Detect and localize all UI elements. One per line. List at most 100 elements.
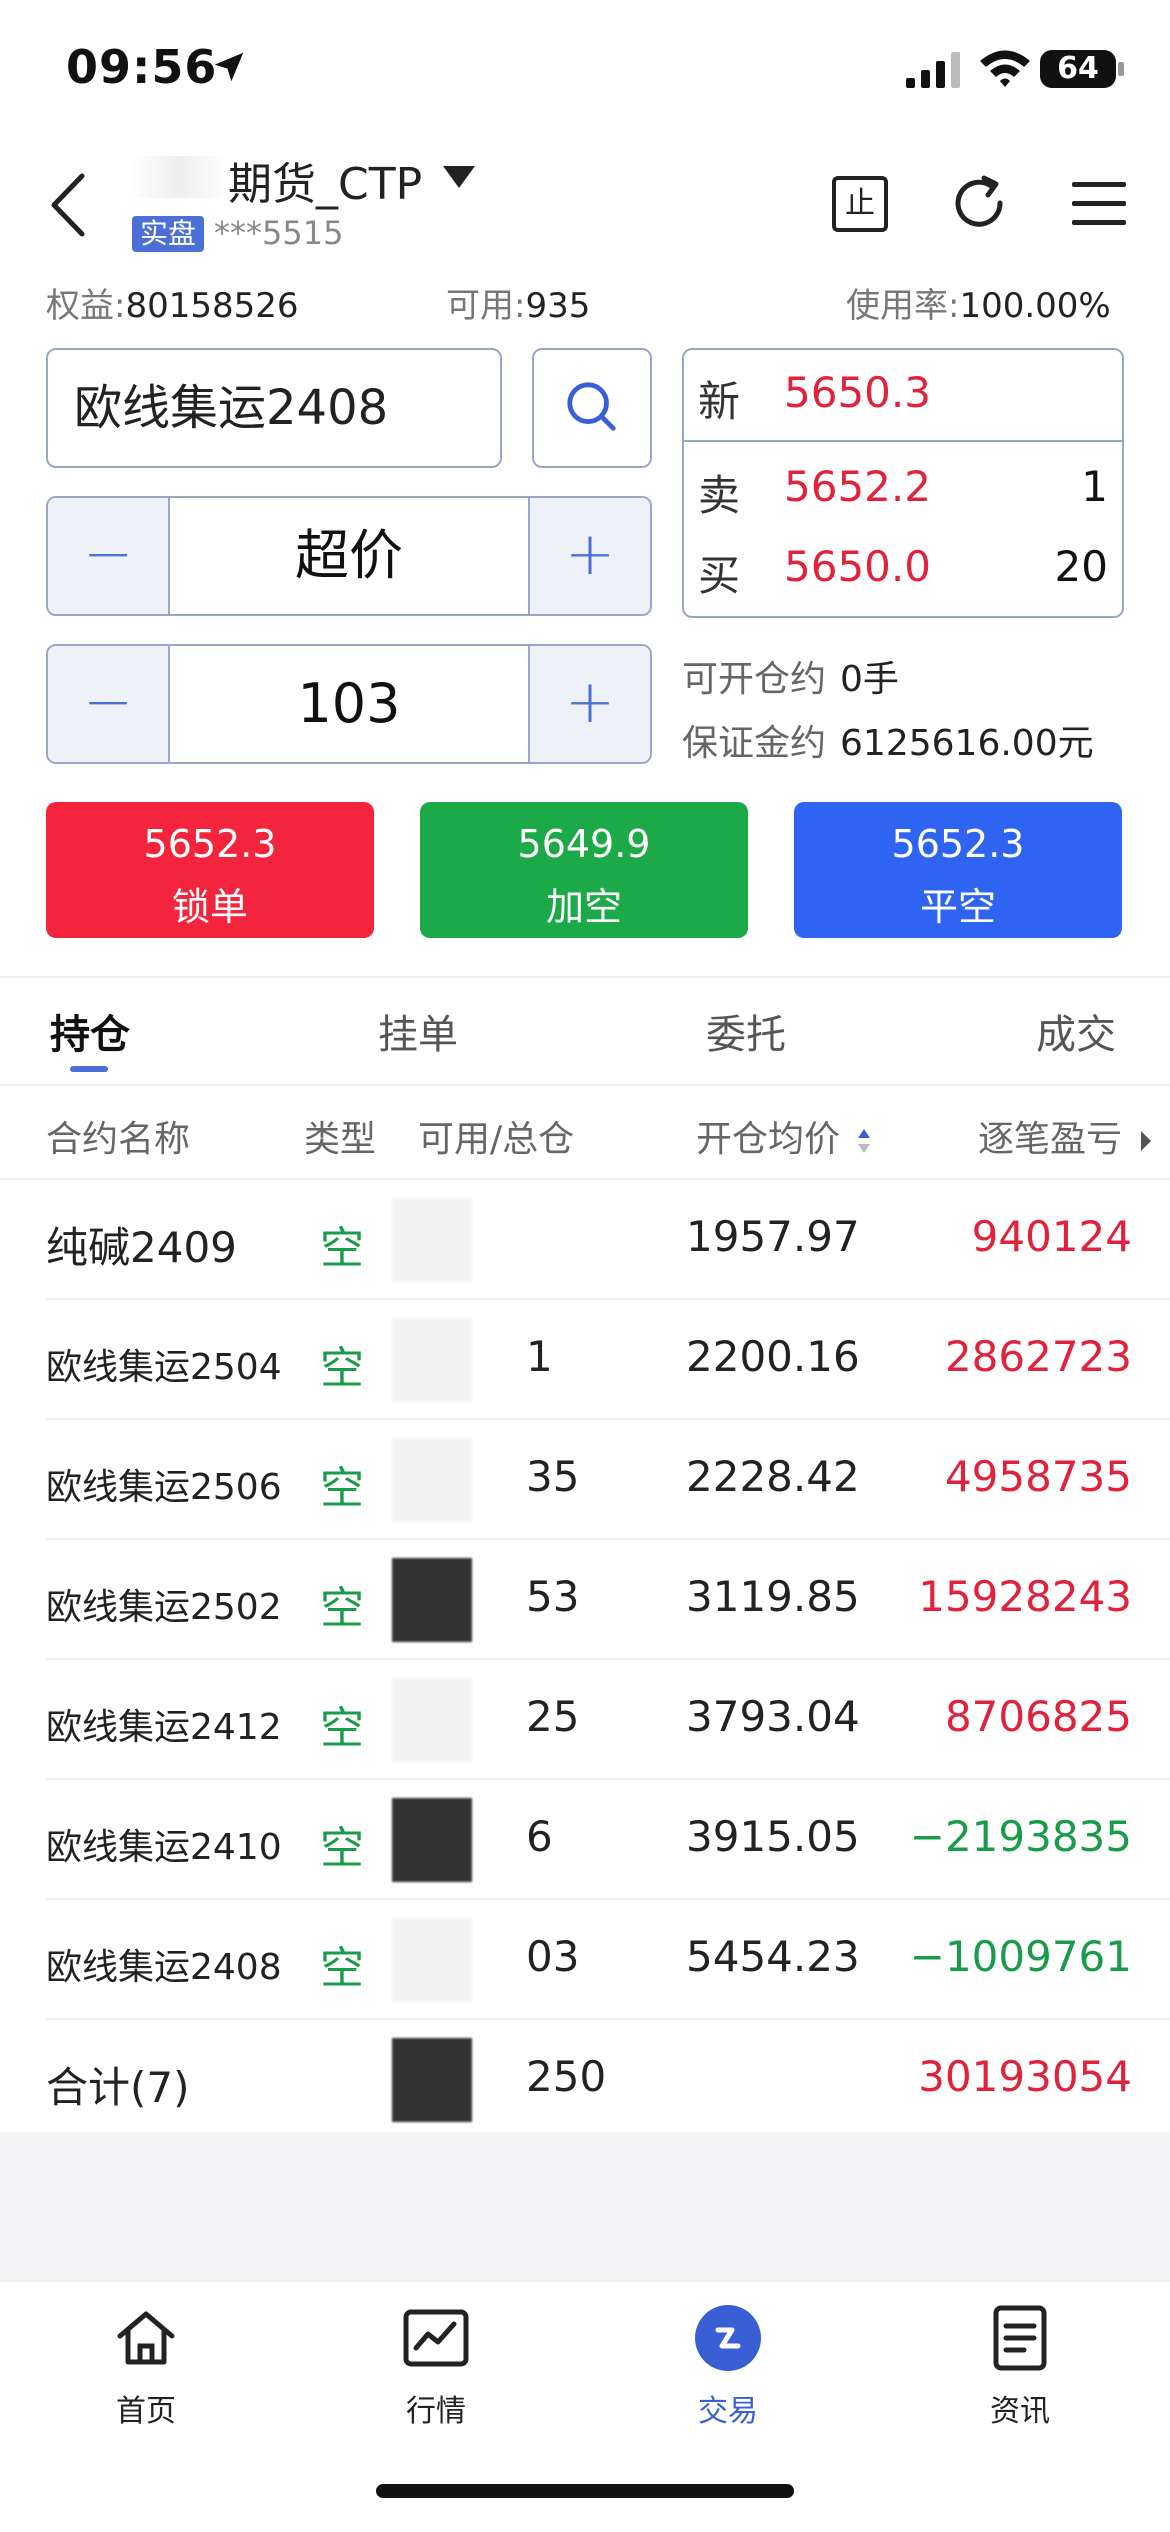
tab-orders[interactable]: 委托 [706,1002,786,1060]
sort-icon[interactable] [857,1127,871,1155]
chart-icon [403,2309,469,2367]
bid-label: 买 [698,551,741,600]
total-position: 250 [526,2052,607,2101]
last-price[interactable]: 5650.3 [784,368,931,417]
tab-divider [0,1084,1170,1086]
avg-price: 2200.16 [686,1332,860,1381]
location-arrow-icon [214,52,244,82]
table-row[interactable]: 欧线集运2410 空 6 3915.05 −2193835 [0,1780,1170,1900]
lock-order-button[interactable]: 5652.3 锁单 [46,802,374,938]
table-row[interactable]: 欧线集运2506 空 35 2228.42 4958735 [0,1420,1170,1540]
stop-order-icon[interactable]: 止 [832,176,888,232]
position-type: 空 [320,1343,364,1394]
last-label: 新 [698,377,741,426]
nav-market-label: 行情 [406,2394,466,2429]
position-qty: 6 [526,1812,553,1861]
table-row[interactable]: 欧线集运2412 空 25 3793.04 8706825 [0,1660,1170,1780]
position-qty: 03 [526,1932,580,1981]
tab-trades[interactable]: 成交 [1036,1002,1116,1060]
bid-volume: 20 [1054,542,1108,591]
bid-price[interactable]: 5650.0 [784,542,931,591]
openable-info: 可开仓约 0手 [682,650,899,702]
menu-icon[interactable] [1070,176,1128,232]
nav-news-label: 资讯 [990,2394,1050,2429]
redacted-cell [392,1438,472,1522]
contract-name: 欧线集运2408 [46,1947,282,1988]
quantity-minus-button[interactable]: − [48,646,168,762]
contract-name: 欧线集运2502 [46,1587,282,1628]
wifi-icon [980,50,1030,87]
equity-metric: 权益:80158526 [46,278,299,327]
tab-pending[interactable]: 挂单 [378,1002,458,1060]
contract-input[interactable]: 欧线集运2408 [46,348,502,468]
pl-label: 逐笔盈亏 [978,1119,1123,1160]
refresh-icon[interactable] [946,170,1012,236]
col-header-position: 可用/总仓 [418,1119,575,1160]
battery-level: 64 [1040,50,1116,88]
ask-label: 卖 [698,471,741,520]
col-header-type: 类型 [304,1119,377,1160]
empty-area [0,2132,1170,2280]
quantity-stepper[interactable]: − 103 + [46,644,652,764]
profit-loss: 4958735 [944,1452,1132,1501]
quantity-plus-button[interactable]: + [530,646,650,762]
available-value: 935 [525,286,591,326]
avg-price: 3915.05 [686,1812,860,1861]
price-type-stepper[interactable]: − 超价 + [46,496,652,616]
search-button[interactable] [532,348,652,468]
redacted-cell [392,1918,472,2002]
home-indicator [376,2484,794,2498]
ask-price[interactable]: 5652.2 [784,462,931,511]
profit-loss: 8706825 [944,1692,1132,1741]
table-row[interactable]: 欧线集运2502 空 53 3119.85 15928243 [0,1540,1170,1660]
total-label: 合计(7) [46,2063,190,2112]
profit-loss: 940124 [971,1212,1132,1261]
price-type-value[interactable]: 超价 [168,498,530,614]
add-short-button[interactable]: 5649.9 加空 [420,802,748,938]
account-title[interactable]: 期货_CTP [228,148,422,212]
close-short-button[interactable]: 5652.3 平空 [794,802,1122,938]
nav-news[interactable]: 资讯 [920,2302,1120,2430]
quantity-value[interactable]: 103 [168,646,530,762]
back-arrow-icon[interactable] [46,170,90,240]
position-type: 空 [320,1223,364,1274]
account-dropdown-icon[interactable] [443,166,475,188]
redacted-cell [392,1678,472,1762]
nav-trade[interactable]: 交易 [628,2302,828,2430]
position-type: 空 [320,1703,364,1754]
col-header-avg-price[interactable]: 开仓均价 [696,1110,871,1162]
margin-label: 保证金约 [682,723,827,764]
add-short-label: 加空 [545,885,622,929]
available-label: 可用: [446,286,526,326]
scroll-right-icon[interactable] [1139,1129,1153,1153]
openable-value: 0手 [840,659,899,700]
total-profit-loss: 30193054 [918,2052,1132,2101]
redacted-cell [392,2038,472,2122]
redacted-cell [392,1798,472,1882]
table-row[interactable]: 纯碱2409 空 1957.97 940124 [0,1180,1170,1300]
home-icon [117,2311,175,2365]
contract-name: 欧线集运2412 [46,1707,282,1748]
table-row[interactable]: 欧线集运2408 空 03 5454.23 −1009761 [0,1900,1170,2020]
contract-name: 纯碱2409 [46,1223,237,1272]
usage-label: 使用率: [846,286,960,326]
col-header-name: 合约名称 [46,1119,191,1160]
nav-market[interactable]: 行情 [336,2302,536,2430]
price-minus-button[interactable]: − [48,498,168,614]
col-header-pl[interactable]: 逐笔盈亏 [978,1110,1153,1162]
avg-price: 3119.85 [686,1572,860,1621]
live-badge: 实盘 [132,216,204,252]
profit-loss: −1009761 [909,1932,1132,1981]
avg-price: 3793.04 [686,1692,860,1741]
position-type: 空 [320,1943,364,1994]
tab-active-indicator [70,1066,108,1072]
nav-home[interactable]: 首页 [46,2302,246,2430]
tab-positions[interactable]: 持仓 [50,1002,130,1060]
lock-label: 锁单 [171,885,248,929]
avg-price: 1957.97 [686,1212,860,1261]
price-plus-button[interactable]: + [530,498,650,614]
redacted-cell [392,1318,472,1402]
table-row[interactable]: 欧线集运2504 空 1 2200.16 2862723 [0,1300,1170,1420]
nav-trade-label: 交易 [698,2394,758,2429]
quote-divider [684,440,1122,442]
